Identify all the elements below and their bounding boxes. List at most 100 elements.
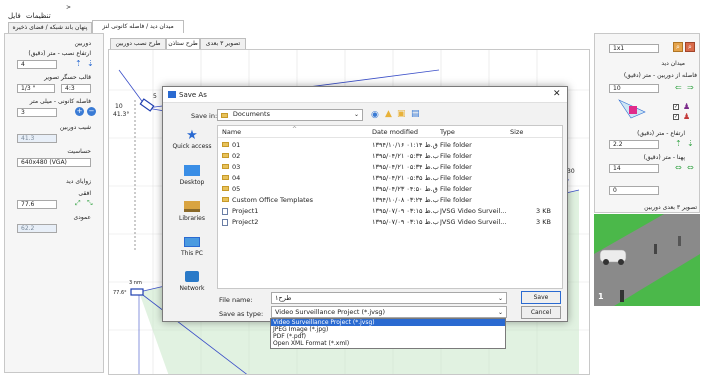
col-date[interactable]: Date modified	[372, 126, 418, 138]
file-row[interactable]: 03 ۱۳۹۵/۰۴/۲۱ ب.ظ ۰۵:۳۴ File folder	[218, 162, 562, 173]
save-button[interactable]: Save	[521, 291, 561, 304]
close-icon[interactable]: ✕	[553, 89, 561, 99]
distance-input[interactable]: 10	[609, 84, 659, 93]
arrow-left-icon[interactable]: ⇐	[675, 83, 682, 92]
focal-label: فاصله کانونی - میلی متر	[29, 98, 91, 105]
scale-select[interactable]: 1x1	[609, 44, 659, 53]
chevron-down-icon: ⌄	[353, 111, 359, 118]
file-row[interactable]: 02 ۱۳۹۵/۰۴/۲۱ ب.ظ ۰۵:۳۴ File folder	[218, 151, 562, 162]
savetype-select[interactable]: Video Surveillance Project (*.jvsg) ⌄	[271, 306, 507, 318]
file-name: 03	[232, 163, 241, 171]
option-xml[interactable]: Open XML Format (*.xml)	[271, 340, 505, 347]
folder-icon	[222, 142, 229, 147]
zero-select[interactable]: 0	[609, 186, 659, 195]
place-label: Desktop	[179, 179, 205, 186]
filename-input[interactable]: طرح۱ ⌄	[271, 292, 507, 304]
checkbox-person[interactable]: ✓	[673, 104, 679, 110]
file-date: ۱۳۹۵/۰۷/۰۹ ب.ظ ۰۳:۱۵	[372, 218, 439, 226]
diagram-label-3nm: 3 nm	[129, 280, 142, 286]
file-date: ۱۳۹۵/۰۴/۲۱ ب.ظ ۰۵:۳۴	[372, 163, 439, 171]
aspect-select[interactable]: 4:3	[61, 84, 91, 93]
option-jvsg[interactable]: Video Surveillance Project (*.jvsg)	[271, 319, 505, 326]
place-network[interactable]: Network	[169, 271, 215, 301]
place-quick-access[interactable]: ★ Quick access	[169, 129, 215, 159]
col-name[interactable]: Name	[222, 126, 241, 138]
file-size: 3 KB	[536, 207, 551, 215]
checkbox-person-2[interactable]: ✓	[673, 114, 679, 120]
install-height-input[interactable]: 4	[17, 60, 57, 69]
horizontal-label: افقی	[78, 190, 91, 197]
horizontal-input[interactable]: 77.6	[17, 200, 57, 209]
menu-settings[interactable]: تنظیمات	[26, 12, 51, 20]
tab-field-of-view[interactable]: میدان دید / فاصله کانونی لنز	[92, 20, 184, 33]
install-height-label: ارتفاع نصب - متر (دقیق)	[28, 50, 91, 57]
sensor-label: قالب حسگر تصویر	[44, 74, 91, 81]
libraries-icon	[184, 201, 200, 212]
sensor-select[interactable]: 1/3 "	[17, 84, 55, 93]
minus-icon[interactable]: −	[87, 107, 96, 116]
tilt-label: شیب دوربین	[59, 124, 91, 131]
file-icon	[222, 219, 228, 226]
place-this-pc[interactable]: This PC	[169, 237, 215, 267]
height-down-icon[interactable]: ⇣	[687, 139, 694, 148]
person-red-icon: ♟	[683, 112, 691, 121]
place-label: Network	[179, 285, 205, 292]
preview-number: 1	[598, 292, 604, 301]
back-icon[interactable]: ◉	[371, 110, 379, 120]
save-as-dialog: Save As ✕ Save in: Documents ⌄ ◉ ▲ ▣ ▤ ★…	[162, 86, 568, 322]
list-header: Name ^ Date modified Type Size	[218, 126, 562, 138]
file-row[interactable]: 01 ۱۳۹۴/۱۰/۱۶ ق.ظ ۰۱:۱۴ File folder	[218, 140, 562, 151]
tilt-value: 41.3	[17, 134, 57, 143]
diagram-label-5: 5	[153, 93, 157, 100]
width-input[interactable]: 14	[609, 164, 659, 173]
menu-file[interactable]: فایل	[8, 12, 21, 20]
tab-3d-view[interactable]: تصویر ۳ بعدی	[200, 38, 246, 49]
height-input[interactable]: 2.2	[609, 140, 659, 149]
file-name: Project1	[232, 207, 259, 215]
col-size[interactable]: Size	[510, 126, 523, 138]
height-up-icon[interactable]: ⇡	[675, 139, 682, 148]
zoom-out-icon[interactable]: ⌕	[685, 42, 695, 52]
new-folder-icon[interactable]: ▣	[397, 109, 406, 119]
cancel-button[interactable]: Cancel	[521, 306, 561, 319]
resolution-select[interactable]: 640x480 (VGA)	[17, 158, 91, 167]
save-in-select[interactable]: Documents ⌄	[217, 109, 363, 121]
arrow-right-icon[interactable]: ⇒	[687, 83, 694, 92]
width-expand-icon[interactable]: ⇔	[675, 163, 682, 172]
option-jpg[interactable]: JPEG Image (*.jpg)	[271, 326, 505, 333]
expand-icon[interactable]: ⤢	[75, 199, 81, 208]
place-desktop[interactable]: Desktop	[169, 165, 215, 195]
tab-network-storage[interactable]: پنهان باند شبکه / فضای ذخیره	[8, 22, 92, 33]
file-type: File folder	[440, 152, 472, 160]
collapse-icon[interactable]: ⤡	[87, 199, 93, 208]
width-shrink-icon[interactable]: ⇔	[687, 163, 694, 172]
savetype-chevron-icon: ⌄	[497, 309, 503, 316]
up-arrow-icon[interactable]: ⇡	[75, 59, 82, 68]
file-row[interactable]: Project2 ۱۳۹۵/۰۷/۰۹ ب.ظ ۰۳:۱۵ JVSG Video S…	[218, 217, 562, 228]
up-folder-icon[interactable]: ▲	[385, 109, 392, 119]
view-angle-group-title: زوایای دید	[65, 178, 91, 185]
zoom-in-icon[interactable]: ⌕	[673, 42, 683, 52]
file-list[interactable]: Name ^ Date modified Type Size 01 ۱۳۹۴/۱۰…	[217, 125, 563, 289]
network-icon	[185, 271, 199, 282]
menu-arrow[interactable]: <	[66, 4, 71, 11]
tab-install-plan[interactable]: طرح نصب دوربین	[110, 38, 166, 49]
down-arrow-icon[interactable]: ⇣	[87, 59, 94, 68]
file-size: 3 KB	[536, 218, 551, 226]
option-pdf[interactable]: PDF (*.pdf)	[271, 333, 505, 340]
file-row[interactable]: Custom Office Templates ۱۳۹۴/۱۰/۰۸ ب.ظ ۰۳…	[218, 195, 562, 206]
plus-icon[interactable]: +	[75, 107, 84, 116]
view-menu-icon[interactable]: ▤	[411, 109, 420, 119]
col-type[interactable]: Type	[440, 126, 455, 138]
dialog-title: Save As	[179, 91, 207, 99]
tab-plan[interactable]: طرح ستاذن	[166, 38, 200, 49]
file-row[interactable]: 05 ۱۳۹۵/۰۴/۲۳ ق.ظ ۰۴:۵۰ File folder	[218, 184, 562, 195]
place-libraries[interactable]: Libraries	[169, 201, 215, 231]
file-row[interactable]: 04 ۱۳۹۵/۰۴/۲۱ ب.ظ ۰۵:۳۵ File folder	[218, 173, 562, 184]
diagram-label-10: 10	[115, 103, 123, 110]
file-type: File folder	[440, 163, 472, 171]
focal-input[interactable]: 3	[17, 108, 57, 117]
file-row[interactable]: Project1 ۱۳۹۵/۰۷/۰۹ ب.ظ ۰۳:۱۵ JVSG Video S…	[218, 206, 562, 217]
file-type: JVSG Video Surveil...	[440, 207, 507, 215]
file-name: 01	[232, 141, 241, 149]
